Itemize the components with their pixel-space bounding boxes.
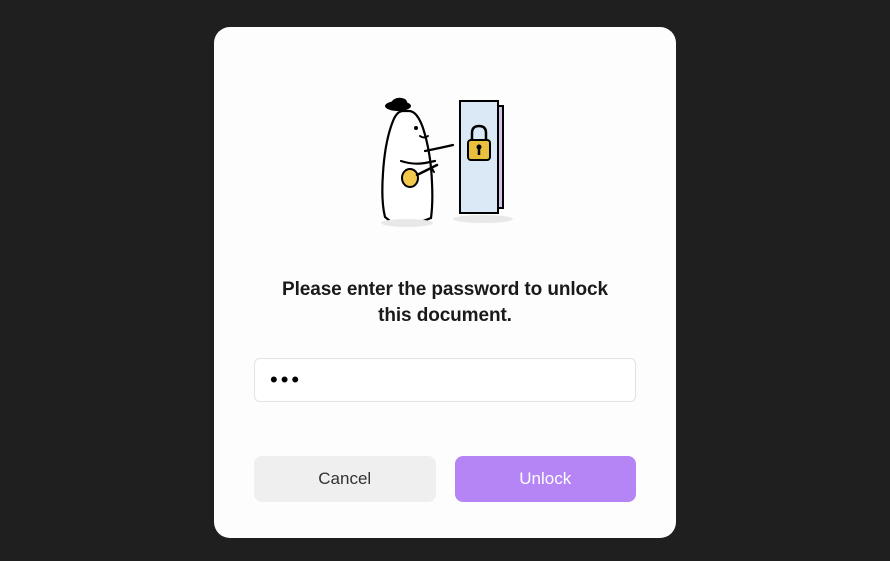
dialog-button-row: Cancel Unlock [254, 456, 636, 502]
unlock-illustration [355, 83, 535, 243]
cancel-button[interactable]: Cancel [254, 456, 436, 502]
password-input[interactable] [254, 358, 636, 402]
dialog-prompt-text: Please enter the password to unlock this… [254, 277, 636, 328]
password-dialog: Please enter the password to unlock this… [214, 27, 676, 538]
character-unlock-icon [355, 83, 535, 243]
unlock-button[interactable]: Unlock [455, 456, 637, 502]
